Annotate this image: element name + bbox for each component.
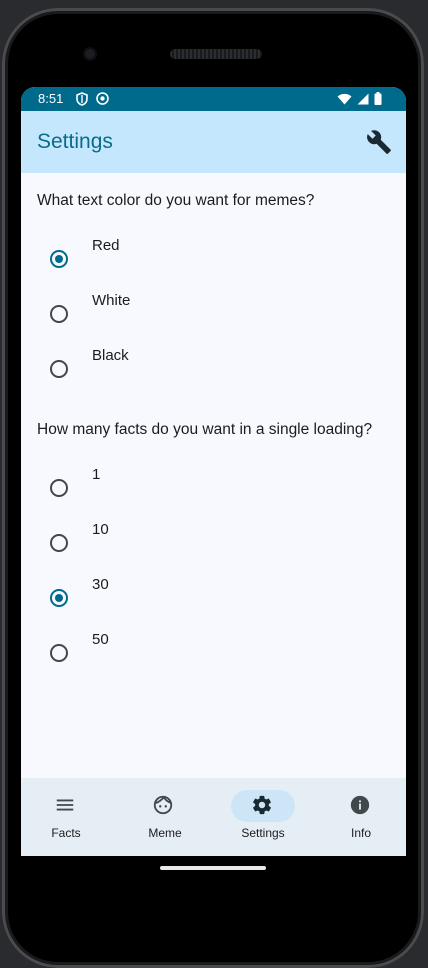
meme-color-option-black[interactable]: Black: [21, 344, 406, 394]
option-label: 30: [92, 576, 109, 593]
radio-button[interactable]: [50, 360, 68, 378]
nav-label: Meme: [148, 826, 182, 840]
front-camera: [83, 47, 97, 61]
facts-count-option-30[interactable]: 30: [21, 573, 406, 623]
home-gesture-bar[interactable]: [160, 866, 266, 870]
facts-count-option-10[interactable]: 10: [21, 518, 406, 568]
bottom-navigation-bar: Facts Meme Settings Info: [21, 778, 406, 856]
settings-content: What text color do you want for memes? R…: [21, 173, 406, 778]
wrench-icon[interactable]: [366, 129, 392, 155]
radio-button[interactable]: [50, 250, 68, 268]
option-label: 1: [92, 466, 101, 483]
status-bar: 8:51: [21, 87, 406, 111]
signal-icon: [357, 93, 369, 104]
earpiece-speaker: [170, 49, 262, 59]
nav-item-facts[interactable]: Facts: [21, 778, 117, 856]
radio-button[interactable]: [50, 305, 68, 323]
nav-label: Facts: [51, 826, 81, 840]
nav-label: Info: [350, 826, 371, 840]
facts-count-option-1[interactable]: 1: [21, 463, 406, 513]
shield-icon: [76, 92, 88, 106]
app-screen: 8:51 Settings What text color do you wan…: [21, 87, 406, 856]
nav-item-info[interactable]: Info: [313, 778, 406, 856]
face-icon: [153, 795, 173, 815]
wifi-icon: [337, 93, 352, 104]
radio-button[interactable]: [50, 534, 68, 552]
radio-button[interactable]: [50, 589, 68, 607]
nav-label: Settings: [241, 826, 285, 840]
meme-color-question: What text color do you want for memes?: [37, 192, 315, 209]
badge-icon: [96, 92, 109, 105]
page-title: Settings: [37, 130, 113, 153]
meme-color-option-white[interactable]: White: [21, 289, 406, 339]
option-label: Black: [92, 347, 129, 364]
battery-icon: [374, 92, 382, 105]
radio-button[interactable]: [50, 644, 68, 662]
top-app-bar: Settings: [21, 111, 406, 173]
nav-item-meme[interactable]: Meme: [117, 778, 213, 856]
option-label: Red: [92, 237, 120, 254]
facts-count-option-50[interactable]: 50: [21, 628, 406, 678]
option-label: White: [92, 292, 131, 309]
menu-icon: [56, 799, 74, 811]
nav-item-settings[interactable]: Settings: [215, 778, 311, 856]
info-icon: [350, 795, 370, 815]
option-label: 50: [92, 631, 109, 648]
status-time: 8:51: [38, 91, 64, 106]
meme-color-option-red[interactable]: Red: [21, 234, 406, 284]
radio-button[interactable]: [50, 479, 68, 497]
option-label: 10: [92, 521, 109, 538]
facts-count-question: How many facts do you want in a single l…: [37, 421, 373, 438]
gear-icon: [253, 795, 271, 815]
